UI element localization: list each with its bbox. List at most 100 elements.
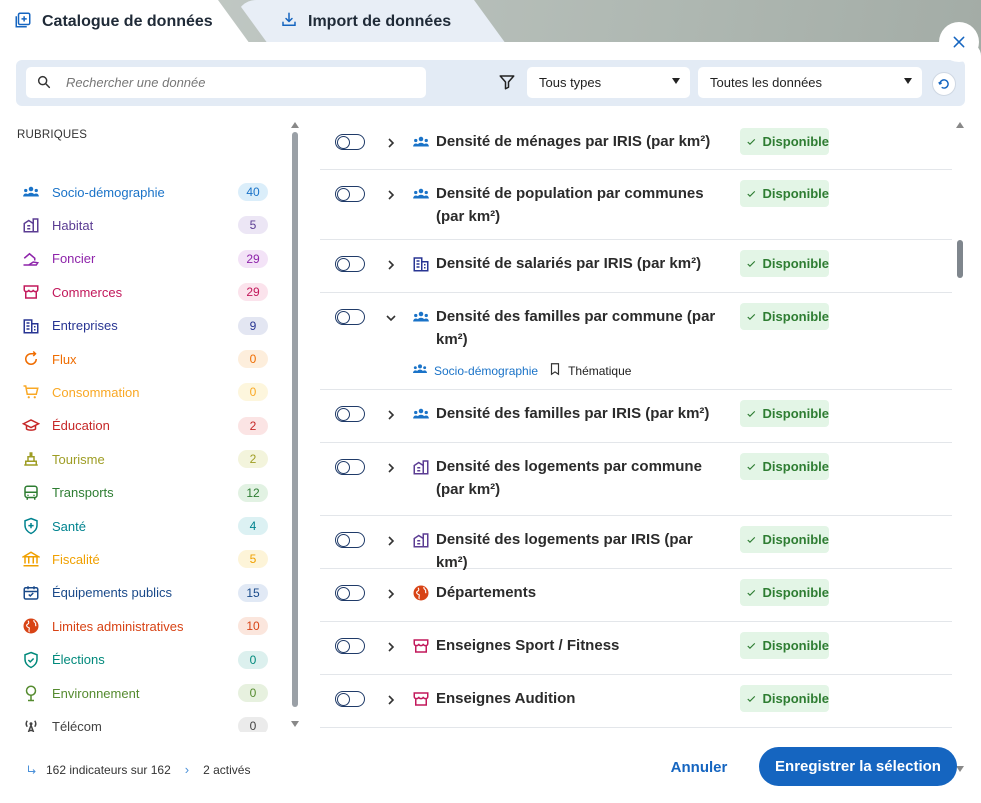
tab-import[interactable]: Import de données bbox=[236, 0, 506, 44]
rubriques-sidebar: RUBRIQUES Socio-démographie 40 Habitat 5 Fon… bbox=[0, 122, 300, 732]
row-toggle[interactable] bbox=[335, 532, 365, 548]
reset-filters-button[interactable] bbox=[932, 72, 956, 96]
data-row[interactable]: Densité de salariés par IRIS (par km²) Di… bbox=[320, 240, 952, 293]
scroll-up-icon[interactable] bbox=[956, 122, 964, 128]
sidebar-item-limites-administratives[interactable]: Limites administratives 10 bbox=[22, 614, 268, 638]
row-title: Densité des familles par commune (par km… bbox=[436, 308, 716, 348]
chevron-right-icon[interactable] bbox=[385, 461, 397, 473]
row-toggle[interactable] bbox=[335, 459, 365, 475]
row-toggle[interactable] bbox=[335, 186, 365, 202]
sidebar-item-environnement[interactable]: Environnement 0 bbox=[22, 681, 268, 705]
search-icon bbox=[36, 74, 52, 95]
sidebar-item-equipements-publics[interactable]: Équipements publics 15 bbox=[22, 581, 268, 605]
sidebar-item-fiscalite[interactable]: Fiscalité 5 bbox=[22, 547, 268, 571]
data-row[interactable]: Densité des logements par commune (par k… bbox=[320, 443, 952, 516]
sidebar-item-telecom[interactable]: Télécom 0 bbox=[22, 714, 268, 732]
row-toggle[interactable] bbox=[335, 134, 365, 150]
row-toggle[interactable] bbox=[335, 638, 365, 654]
data-row[interactable]: Densité des familles par IRIS (par km²) D… bbox=[320, 390, 952, 443]
data-row[interactable]: Densité de population par communes (par … bbox=[320, 170, 952, 240]
sidebar-item-elections[interactable]: Élections 0 bbox=[22, 648, 268, 672]
chevron-right-icon[interactable] bbox=[385, 587, 397, 599]
row-toggle[interactable] bbox=[335, 585, 365, 601]
sidebar-scroll-thumb[interactable] bbox=[292, 132, 298, 707]
list-scrollbar[interactable] bbox=[956, 122, 964, 772]
chevron-down-icon bbox=[904, 78, 912, 84]
public-equipment-icon bbox=[22, 584, 40, 602]
sidebar-item-tourisme[interactable]: Tourisme 2 bbox=[22, 447, 268, 471]
data-row[interactable]: Densité des familles par commune (par km… bbox=[320, 293, 952, 390]
bank-icon bbox=[22, 550, 40, 568]
data-row[interactable]: Enseignes Audition Disponible bbox=[320, 675, 952, 728]
search-input[interactable] bbox=[66, 67, 416, 98]
enterprise-icon bbox=[22, 317, 40, 335]
row-title: Densité des familles par IRIS (par km²) bbox=[436, 405, 710, 422]
filter-icon[interactable] bbox=[498, 73, 516, 96]
chevron-right-icon[interactable] bbox=[385, 640, 397, 652]
sidebar-item-education[interactable]: Éducation 2 bbox=[22, 414, 268, 438]
sidebar-item-count: 5 bbox=[238, 216, 268, 235]
data-row[interactable]: Densité de ménages par IRIS (par km²) Dis… bbox=[320, 128, 952, 170]
row-title: Densité de population par communes (par … bbox=[436, 185, 704, 225]
cancel-button[interactable]: Annuler bbox=[660, 753, 738, 781]
tag-rubrique[interactable]: Socio-démographie bbox=[434, 364, 538, 378]
store-icon bbox=[412, 690, 430, 708]
sidebar-item-count: 0 bbox=[238, 684, 268, 702]
sidebar-item-label: Foncier bbox=[52, 251, 96, 267]
sidebar-item-label: Entreprises bbox=[52, 318, 118, 334]
row-tags: Socio-démographie Thématique bbox=[412, 361, 631, 380]
data-row[interactable]: Départements Disponible bbox=[320, 569, 952, 622]
row-toggle[interactable] bbox=[335, 256, 365, 272]
sidebar-item-count: 15 bbox=[238, 583, 268, 602]
filter-bar: Tous types Toutes les données bbox=[16, 60, 965, 106]
scope-select[interactable]: Toutes les données bbox=[698, 67, 922, 98]
check-icon bbox=[747, 695, 756, 702]
tab-catalog[interactable]: Catalogue de données bbox=[0, 0, 250, 44]
row-toggle[interactable] bbox=[335, 309, 365, 325]
sidebar-item-commerces[interactable]: Commerces 29 bbox=[22, 280, 268, 304]
subdirectory-arrow-icon bbox=[28, 765, 36, 774]
people-icon bbox=[412, 405, 430, 423]
chevron-right-icon[interactable] bbox=[385, 188, 397, 200]
sidebar-scrollbar[interactable] bbox=[291, 122, 299, 727]
type-select[interactable]: Tous types bbox=[527, 67, 690, 98]
sidebar-item-sante[interactable]: Santé 4 bbox=[22, 514, 268, 538]
footer-info: 162 indicateurs sur 162 › 2 activés bbox=[26, 762, 250, 777]
chevron-right-icon[interactable] bbox=[385, 258, 397, 270]
sidebar-item-count: 2 bbox=[238, 450, 268, 469]
check-icon bbox=[747, 410, 756, 417]
store-icon bbox=[22, 283, 40, 301]
chevron-right-icon[interactable] bbox=[385, 534, 397, 546]
save-selection-button[interactable]: Enregistrer la sélection bbox=[759, 747, 957, 786]
sidebar-item-count: 0 bbox=[238, 717, 268, 732]
sidebar-item-habitat[interactable]: Habitat 5 bbox=[22, 213, 268, 237]
sidebar-item-socio-demographie[interactable]: Socio-démographie 40 bbox=[22, 180, 268, 204]
sidebar-item-consommation[interactable]: Consommation 0 bbox=[22, 380, 268, 404]
enterprise-icon bbox=[412, 255, 430, 273]
scroll-down-icon[interactable] bbox=[291, 721, 299, 727]
list-scroll-thumb[interactable] bbox=[957, 240, 963, 278]
scroll-up-icon[interactable] bbox=[291, 122, 299, 128]
sidebar-item-entreprises[interactable]: Entreprises 9 bbox=[22, 314, 268, 338]
bookmark-icon bbox=[548, 362, 562, 379]
chevron-right-icon[interactable] bbox=[385, 408, 397, 420]
search-box bbox=[26, 67, 426, 98]
sidebar-item-flux[interactable]: Flux 0 bbox=[22, 347, 268, 371]
scroll-down-icon[interactable] bbox=[956, 766, 964, 772]
data-row[interactable]: Enseignes Sport / Fitness Disponible bbox=[320, 622, 952, 675]
sidebar-item-label: Élections bbox=[52, 652, 105, 668]
chevron-down-icon[interactable] bbox=[385, 311, 397, 323]
sidebar-item-count: 29 bbox=[238, 283, 268, 302]
chevron-right-icon[interactable] bbox=[385, 693, 397, 705]
row-toggle[interactable] bbox=[335, 406, 365, 422]
sidebar-item-foncier[interactable]: Foncier 29 bbox=[22, 247, 268, 271]
sidebar-item-label: Commerces bbox=[52, 284, 123, 300]
row-title: Enseignes Audition bbox=[436, 690, 576, 707]
status-badge: Disponible bbox=[740, 453, 829, 480]
check-icon bbox=[747, 313, 756, 320]
sidebar-item-transports[interactable]: Transports 12 bbox=[22, 481, 268, 505]
data-row[interactable]: Densité des logements par IRIS (par km²)… bbox=[320, 516, 952, 571]
close-button[interactable] bbox=[939, 22, 979, 62]
row-toggle[interactable] bbox=[335, 691, 365, 707]
chevron-right-icon[interactable] bbox=[385, 136, 397, 148]
